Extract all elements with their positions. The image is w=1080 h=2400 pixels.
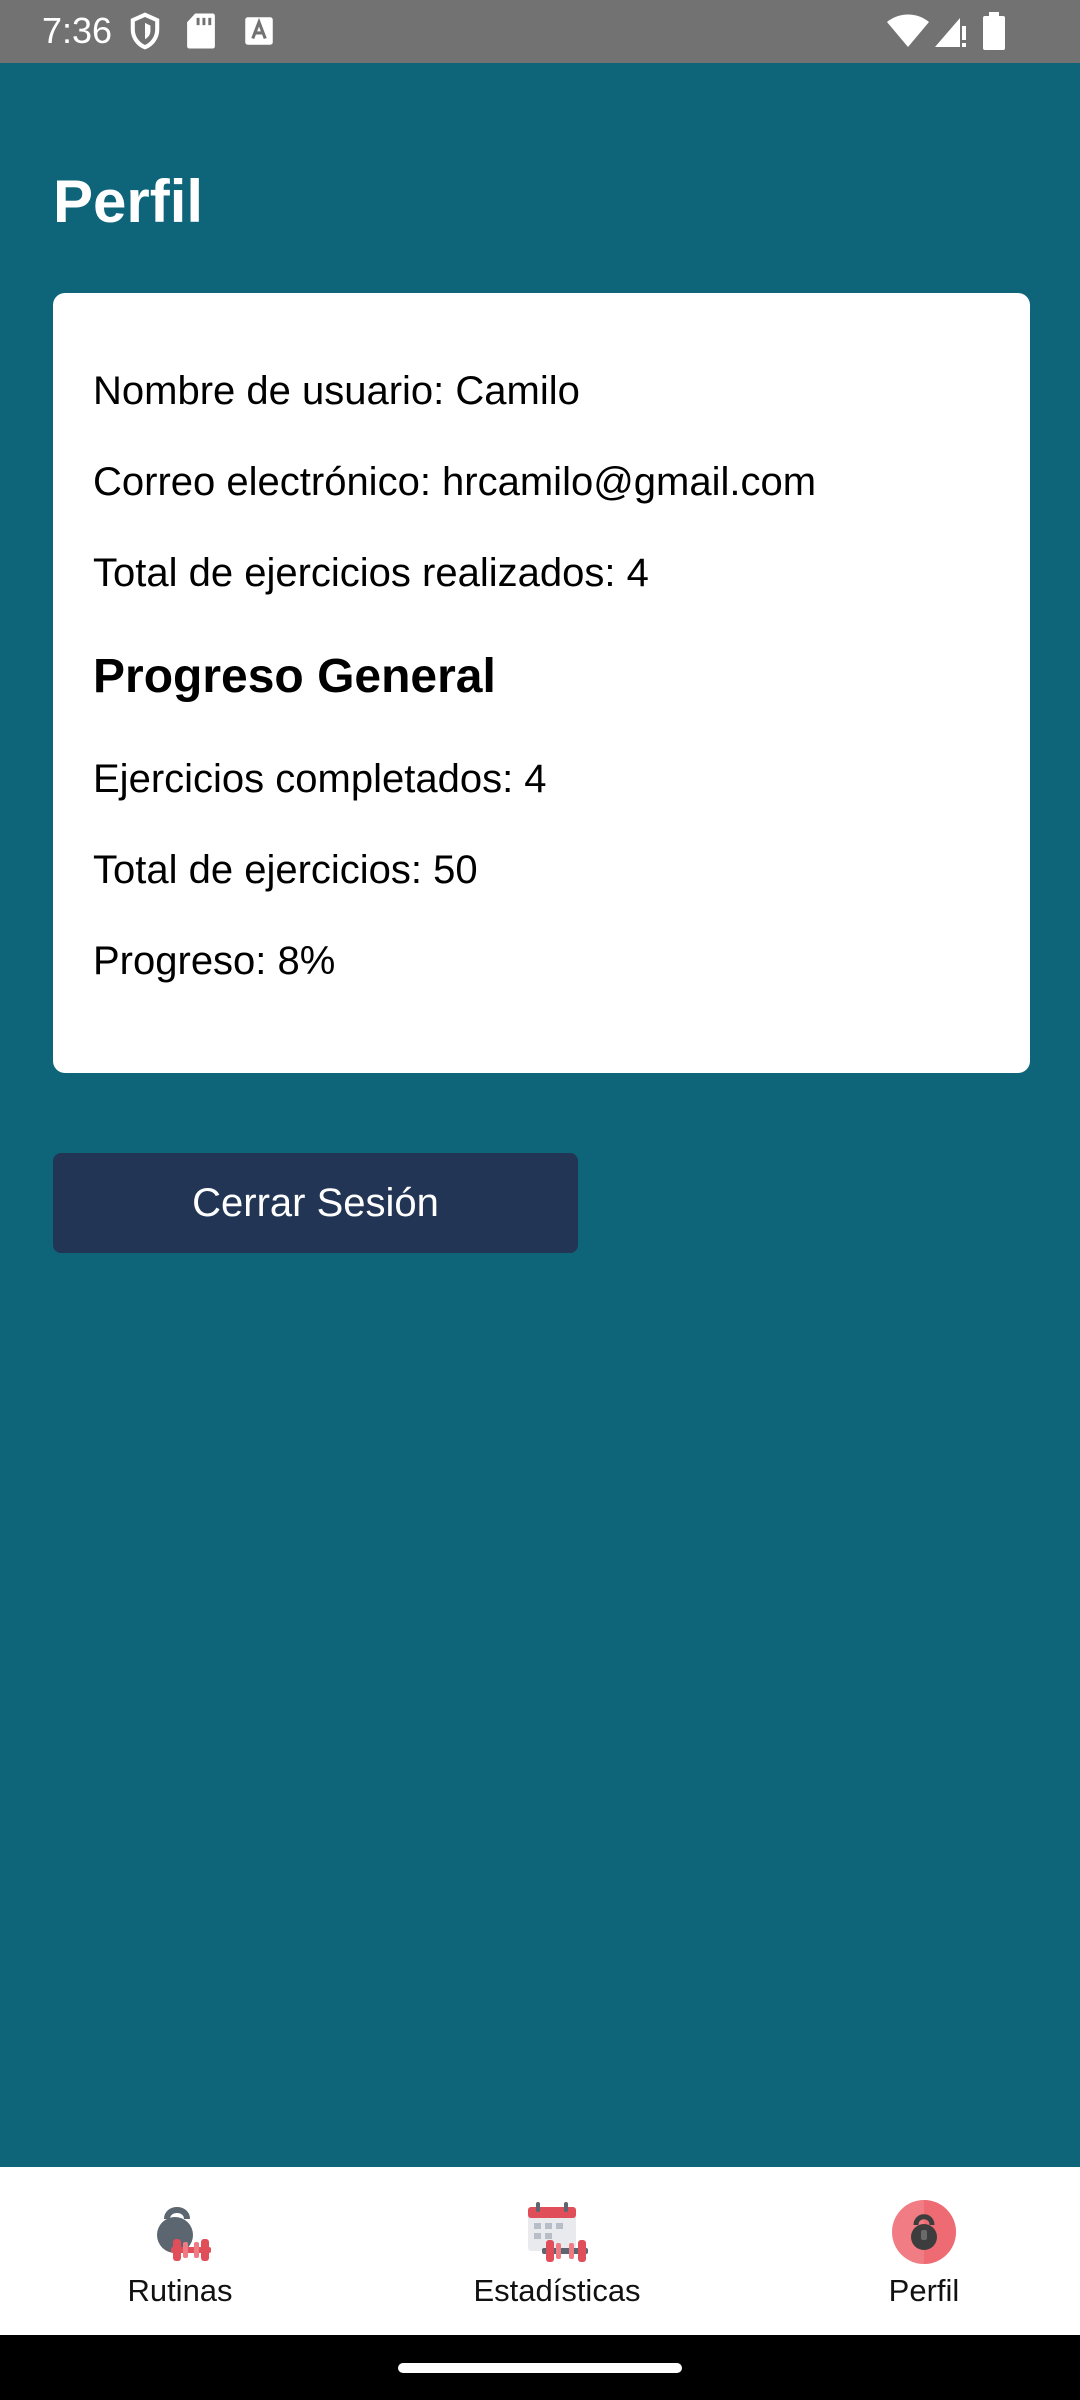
- profile-card: Nombre de usuario: Camilo Correo electró…: [53, 293, 1030, 1073]
- nav-label-estadisticas: Estadísticas: [473, 2273, 641, 2308]
- logout-button[interactable]: Cerrar Sesión: [53, 1153, 578, 1253]
- system-nav-bar: [0, 2335, 1080, 2400]
- font-a-icon: [245, 17, 273, 45]
- email-text: Correo electrónico: hrcamilo@gmail.com: [93, 460, 817, 504]
- progress-text: Progreso: 8%: [93, 939, 336, 983]
- nav-label-perfil: Perfil: [888, 2273, 960, 2308]
- progress-heading: Progreso General: [93, 650, 496, 703]
- total-done-text: Total de ejercicios realizados: 4: [93, 551, 649, 595]
- status-bar: 7:36: [0, 0, 1080, 63]
- nav-label-rutinas: Rutinas: [127, 2273, 233, 2308]
- nav-item-estadisticas[interactable]: Estadísticas: [377, 2167, 737, 2335]
- username-text: Nombre de usuario: Camilo: [93, 369, 580, 413]
- bottom-nav: Rutinas Estadísticas Perfil: [0, 2167, 1080, 2335]
- nav-item-rutinas[interactable]: Rutinas: [0, 2167, 360, 2335]
- kettlebell-dumbbell-icon: [157, 2207, 211, 2261]
- battery-icon: [983, 12, 1005, 50]
- kettlebell-profile-icon: [892, 2200, 956, 2264]
- wifi-icon: [887, 14, 929, 47]
- home-indicator[interactable]: [398, 2363, 682, 2373]
- completed-text: Ejercicios completados: 4: [93, 757, 547, 801]
- status-time: 7:36: [42, 10, 113, 51]
- total-exercises-text: Total de ejercicios: 50: [93, 848, 478, 892]
- sd-card-icon: [187, 13, 215, 49]
- signal-icon: [935, 18, 966, 47]
- nav-item-perfil[interactable]: Perfil: [744, 2167, 1080, 2335]
- shield-icon: [130, 12, 160, 50]
- calendar-dumbbell-icon: [528, 2202, 588, 2262]
- page-title: Perfil: [53, 168, 204, 235]
